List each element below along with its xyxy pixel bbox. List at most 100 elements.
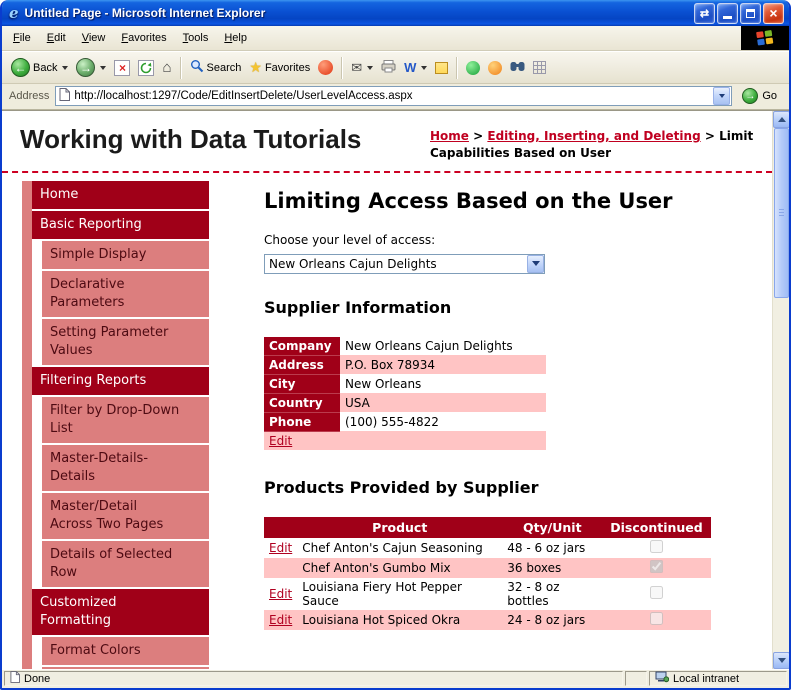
back-label: Back xyxy=(33,61,58,74)
menu-help[interactable]: Help xyxy=(216,29,255,47)
research-button[interactable] xyxy=(506,59,529,77)
stop-button[interactable]: × xyxy=(110,58,134,78)
menu-favorites[interactable]: Favorites xyxy=(113,29,174,47)
edit-product-link[interactable]: Edit xyxy=(269,541,292,555)
minimize-button[interactable] xyxy=(717,2,738,24)
product-qty: 48 - 6 oz jars xyxy=(507,540,586,555)
menu-tools[interactable]: Tools xyxy=(175,29,217,47)
sidebar-item-basic-reporting[interactable]: Basic Reporting xyxy=(32,210,209,239)
discontinued-checkbox xyxy=(649,585,663,599)
maximize-icon xyxy=(746,8,755,18)
print-icon xyxy=(381,59,396,76)
products-header-row: Product Qty/Unit Discontinued xyxy=(264,516,711,538)
product-row: Edit Chef Anton's Cajun Seasoning 48 - 6… xyxy=(264,538,711,558)
messenger-button[interactable] xyxy=(462,59,484,77)
title-left: e Untitled Page - Microsoft Internet Exp… xyxy=(9,4,694,22)
msn-button[interactable] xyxy=(484,59,506,77)
sidebar-item-customized-formatting[interactable]: Customized Formatting xyxy=(32,588,209,635)
titlebar[interactable]: e Untitled Page - Microsoft Internet Exp… xyxy=(2,0,789,26)
supplier-field-label: Address xyxy=(264,355,340,375)
sidebar-item-simple-display[interactable]: Simple Display xyxy=(42,240,209,269)
edit-product-link[interactable]: Edit xyxy=(269,587,292,601)
status-zone-text: Local intranet xyxy=(673,672,740,685)
grid-icon xyxy=(533,61,547,74)
address-input[interactable]: http://localhost:1297/Code/EditInsertDel… xyxy=(55,86,733,106)
sidebar-item-setting-parameter-values[interactable]: Setting Parameter Values xyxy=(42,318,209,365)
menu-edit[interactable]: Edit xyxy=(39,29,74,47)
forward-icon: → xyxy=(76,58,96,77)
supplier-field-value: P.O. Box 78934 xyxy=(340,355,546,375)
product-name: Chef Anton's Gumbo Mix xyxy=(302,560,451,575)
edit-supplier-link[interactable]: Edit xyxy=(269,434,292,448)
sidebar-item-master-detail-across-two-pages[interactable]: Master/Detail Across Two Pages xyxy=(42,492,209,539)
menu-file[interactable]: File xyxy=(5,29,39,47)
favorites-label: Favorites xyxy=(264,61,311,74)
supplier-field-value: New Orleans Cajun Delights xyxy=(345,338,513,353)
product-row: Edit Louisiana Fiery Hot Pepper Sauce 32… xyxy=(264,578,711,610)
home-button[interactable]: ⌂ xyxy=(158,57,175,78)
discontinued-checkbox xyxy=(649,611,663,625)
toolbar-separator xyxy=(456,56,459,79)
product-name: Louisiana Hot Spiced Okra xyxy=(302,612,461,627)
media-button[interactable] xyxy=(314,58,337,77)
page-body: Home Basic Reporting Simple Display Decl… xyxy=(2,173,772,669)
maximize-button[interactable] xyxy=(740,2,761,24)
scrollbar-thumb[interactable] xyxy=(774,128,789,298)
mail-icon: ✉ xyxy=(351,59,363,75)
products-header-product: Product xyxy=(297,516,503,538)
go-button[interactable]: → Go xyxy=(738,88,786,104)
mail-button[interactable]: ✉ xyxy=(347,58,377,78)
forward-button[interactable]: → xyxy=(72,56,110,79)
discuss-button[interactable] xyxy=(431,60,452,76)
sidebar-item-declarative-parameters[interactable]: Declarative Parameters xyxy=(42,270,209,317)
address-dropdown-button[interactable] xyxy=(713,87,731,105)
browser-content: Working with Data Tutorials Home > Editi… xyxy=(2,110,789,669)
sidebar-item-filtering-reports[interactable]: Filtering Reports xyxy=(32,366,209,395)
word-dropdown-caret xyxy=(421,65,428,70)
page: Working with Data Tutorials Home > Editi… xyxy=(2,111,772,669)
scroll-up-button[interactable] xyxy=(773,111,789,128)
sidebar-item-filter-by-drop-down-list[interactable]: Filter by Drop-Down List xyxy=(42,396,209,443)
toolbar-separator xyxy=(341,56,344,79)
sidebar-item-details-of-selected-row[interactable]: Details of Selected Row xyxy=(42,540,209,587)
breadcrumb-section-link[interactable]: Editing, Inserting, and Deleting xyxy=(487,129,700,143)
search-button[interactable]: Search xyxy=(186,57,246,78)
stop-icon: × xyxy=(114,59,131,76)
edit-product-link[interactable]: Edit xyxy=(269,613,292,627)
resize-button[interactable]: ⇄ xyxy=(694,2,715,24)
scroll-down-button[interactable] xyxy=(773,652,789,669)
search-label: Search xyxy=(206,61,242,74)
menubar: File Edit View Favorites Tools Help xyxy=(2,26,789,51)
sidebar-item-master-details-details[interactable]: Master-Details-Details xyxy=(42,444,209,491)
print-button[interactable] xyxy=(377,58,400,78)
site-title: Working with Data Tutorials xyxy=(20,124,362,154)
breadcrumb-home-link[interactable]: Home xyxy=(430,129,469,143)
main-content: Limiting Access Based on the User Choose… xyxy=(209,181,772,669)
access-level-dropdown[interactable]: New Orleans Cajun Delights xyxy=(264,253,545,274)
refresh-button[interactable] xyxy=(134,58,158,78)
dropdown-selected-value: New Orleans Cajun Delights xyxy=(269,256,437,271)
sidebar-item-format-colors[interactable]: Format Colors xyxy=(42,636,209,665)
favorites-button[interactable]: ★ Favorites xyxy=(245,57,314,78)
edit-in-word-button[interactable]: W xyxy=(400,58,431,77)
access-level-label: Choose your level of access: xyxy=(264,232,436,247)
dropdown-arrow-button[interactable] xyxy=(527,254,544,273)
word-icon: W xyxy=(404,60,417,75)
status-page-icon xyxy=(10,671,20,686)
menu-view[interactable]: View xyxy=(74,29,114,47)
back-icon: ← xyxy=(11,58,30,77)
scrollbar-track[interactable] xyxy=(773,128,789,652)
page-icon xyxy=(59,88,71,104)
mail-dropdown-caret xyxy=(367,65,374,70)
arrow-up-icon xyxy=(777,117,786,122)
minimize-icon xyxy=(723,15,732,19)
products-heading: Products Provided by Supplier xyxy=(264,477,539,497)
links-button[interactable] xyxy=(529,59,550,76)
discuss-icon xyxy=(435,61,449,74)
page-header: Working with Data Tutorials Home > Editi… xyxy=(2,111,772,173)
vertical-scrollbar[interactable] xyxy=(772,111,789,669)
back-button[interactable]: ← Back xyxy=(7,56,72,79)
close-button[interactable]: × xyxy=(763,2,784,24)
supplier-row: City New Orleans xyxy=(264,374,546,394)
sidebar-item-home[interactable]: Home xyxy=(32,180,209,209)
